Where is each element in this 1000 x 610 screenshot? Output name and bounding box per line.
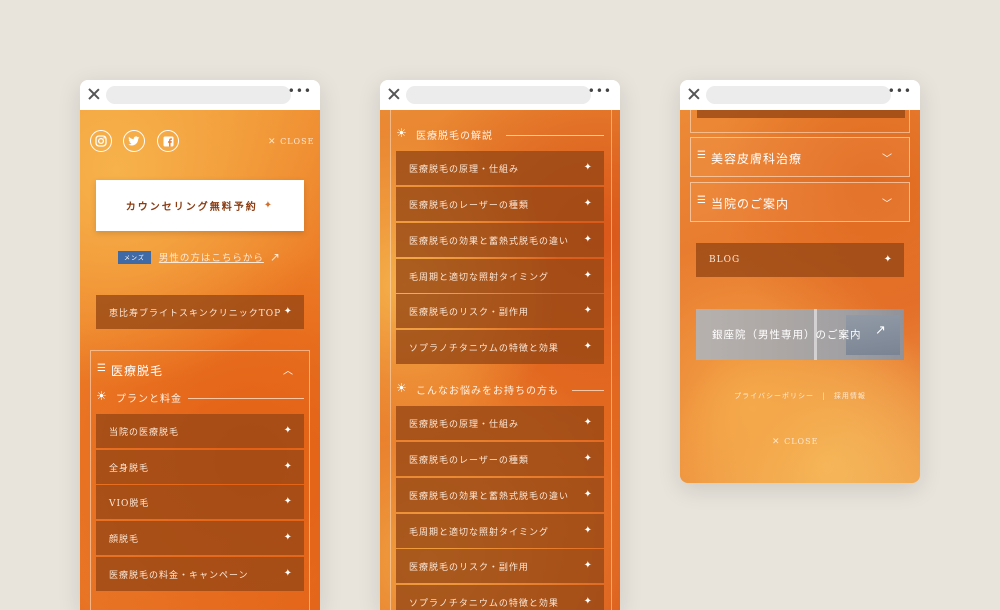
menu-item[interactable]: 当院の医療脱毛 ✦ (96, 414, 304, 448)
phone-mockup-menu-top: ••• ✕ CLOSE カウンセリング無料予約 ✦ メンズ 男性の方はこちらから… (80, 80, 320, 610)
menu-item[interactable]: VIO脱毛 ✦ (96, 485, 304, 519)
accordion-title[interactable]: 医療脱毛 (111, 362, 163, 379)
menu-item[interactable]: 医療脱毛のリスク・副作用 ✦ (396, 294, 604, 328)
sparkle-icon: ✦ (583, 162, 593, 173)
sparkle-icon: ✦ (583, 596, 593, 607)
menu-item[interactable]: 医療脱毛の料金・キャンペーン ✦ (96, 557, 304, 591)
sun-icon: ☀ (396, 126, 408, 140)
section-explanation: ☀ 医療脱毛の解説 (396, 126, 604, 143)
sparkle-icon: ✦ (283, 425, 293, 436)
twitter-icon[interactable] (123, 130, 145, 152)
menu-item[interactable]: 医療脱毛の原理・仕組み ✦ (396, 151, 604, 185)
close-tab-icon[interactable] (387, 87, 401, 101)
section-plan-price: ☀ プランと料金 (96, 389, 304, 406)
ginza-clinic-banner[interactable]: 銀座院（男性専用）のご案内 ↗ (696, 309, 904, 360)
accordion-beauty-dermatology[interactable]: ☰ 美容皮膚科治療 ﹀ (690, 137, 910, 177)
more-icon[interactable]: ••• (588, 84, 612, 98)
privacy-policy-link[interactable]: プライバシーポリシー (734, 392, 814, 400)
sparkle-icon: ✦ (583, 560, 593, 571)
menu-item[interactable]: 医療脱毛のリスク・副作用 ✦ (396, 549, 604, 583)
footer-links: プライバシーポリシー | 採用情報 (734, 392, 866, 400)
sparkle-icon: ✦ (583, 453, 593, 464)
browser-bar: ••• (680, 80, 920, 110)
more-icon[interactable]: ••• (288, 84, 312, 98)
chevron-down-icon: ﹀ (882, 154, 893, 165)
sparkle-icon: ✦ (583, 305, 593, 316)
more-icon[interactable]: ••• (888, 84, 912, 98)
close-menu-button[interactable]: ✕ CLOSE (772, 437, 818, 447)
close-icon: ✕ (268, 137, 277, 147)
sparkle-icon: ✦ (583, 489, 593, 500)
list-icon: ☰ (697, 195, 707, 206)
sparkle-icon: ✦ (283, 532, 293, 543)
chevron-down-icon: ﹀ (882, 199, 893, 210)
sparkle-icon: ✦ (283, 496, 293, 507)
sparkle-icon: ✦ (283, 568, 293, 579)
sun-icon: ☀ (96, 389, 108, 403)
phone-mockup-menu-middle: ••• ☀ 医療脱毛の解説 医療脱毛の原理・仕組み ✦ 医療脱毛のレーザーの種類 ✦… (380, 80, 620, 610)
menu-item[interactable]: 医療脱毛の効果と蓄熱式脱毛の違い ✦ (396, 223, 604, 257)
sparkle-icon: ✦ (583, 234, 593, 245)
menu-item[interactable]: 全身脱毛 ✦ (96, 450, 304, 484)
free-counseling-button[interactable]: カウンセリング無料予約 ✦ (96, 180, 304, 231)
url-bar[interactable] (706, 86, 891, 104)
menu-item[interactable]: 毛周期と適切な照射タイミング ✦ (396, 259, 604, 293)
menu-item[interactable]: 医療脱毛のレーザーの種類 ✦ (396, 442, 604, 476)
instagram-icon[interactable] (90, 130, 112, 152)
menu-item[interactable]: 医療脱毛の原理・仕組み ✦ (396, 406, 604, 440)
external-link-icon: ↗ (875, 323, 886, 338)
sparkle-icon: ✦ (283, 306, 293, 317)
list-icon: ☰ (697, 150, 707, 161)
sparkle-icon: ✦ (583, 341, 593, 352)
browser-bar: ••• (80, 80, 320, 110)
sun-icon: ☀ (396, 381, 408, 395)
menu-screen: ☀ 医療脱毛の解説 医療脱毛の原理・仕組み ✦ 医療脱毛のレーザーの種類 ✦ 医療脱… (380, 110, 620, 610)
sparkle-icon: ✦ (583, 270, 593, 281)
external-link-icon: ↗ (269, 250, 280, 264)
menu-item[interactable]: 毛周期と適切な照射タイミング ✦ (396, 514, 604, 548)
menu-item[interactable]: ソプラノチタニウムの特徴と効果 ✦ (396, 330, 604, 364)
chevron-up-icon[interactable]: ︿ (283, 362, 293, 377)
arrow-icon: ✦ (263, 200, 275, 211)
sparkle-icon: ✦ (583, 525, 593, 536)
accordion-clinic-guide[interactable]: ☰ 当院のご案内 ﹀ (690, 182, 910, 222)
mens-link[interactable]: メンズ 男性の方はこちらから ↗ (118, 250, 280, 264)
phone-mockup-menu-bottom: ••• ☰ 美容皮膚科治療 ﹀ ☰ 当院のご案内 ﹀ BLOG ✦ 銀座院（男性… (680, 80, 920, 483)
menu-screen: ✕ CLOSE カウンセリング無料予約 ✦ メンズ 男性の方はこちらから ↗ 恵… (80, 110, 320, 610)
facebook-icon[interactable] (157, 130, 179, 152)
sparkle-icon: ✦ (583, 198, 593, 209)
close-tab-icon[interactable] (87, 87, 101, 101)
menu-item[interactable]: 医療脱毛の効果と蓄熱式脱毛の違い ✦ (396, 478, 604, 512)
url-bar[interactable] (406, 86, 591, 104)
recruit-link[interactable]: 採用情報 (834, 392, 866, 400)
sparkle-icon: ✦ (283, 461, 293, 472)
menu-screen: ☰ 美容皮膚科治療 ﹀ ☰ 当院のご案内 ﹀ BLOG ✦ 銀座院（男性専用）の… (680, 110, 920, 483)
menu-item[interactable]: 顔脱毛 ✦ (96, 521, 304, 555)
sparkle-icon: ✦ (583, 417, 593, 428)
mens-badge: メンズ (118, 250, 151, 264)
close-menu-button[interactable]: ✕ CLOSE (268, 137, 314, 147)
close-tab-icon[interactable] (687, 87, 701, 101)
sparkle-icon: ✦ (883, 254, 893, 265)
clinic-top-button[interactable]: 恵比寿ブライトスキンクリニックTOP ✦ (96, 295, 304, 329)
close-icon: ✕ (772, 437, 781, 447)
section-concerns: ☀ こんなお悩みをお持ちの方も (396, 381, 604, 398)
menu-item[interactable]: ソプラノチタニウムの特徴と効果 ✦ (396, 585, 604, 610)
menu-item[interactable]: 医療脱毛のレーザーの種類 ✦ (396, 187, 604, 221)
list-icon: ☰ (97, 363, 106, 374)
blog-button[interactable]: BLOG ✦ (696, 243, 904, 277)
url-bar[interactable] (106, 86, 291, 104)
browser-bar: ••• (380, 80, 620, 110)
